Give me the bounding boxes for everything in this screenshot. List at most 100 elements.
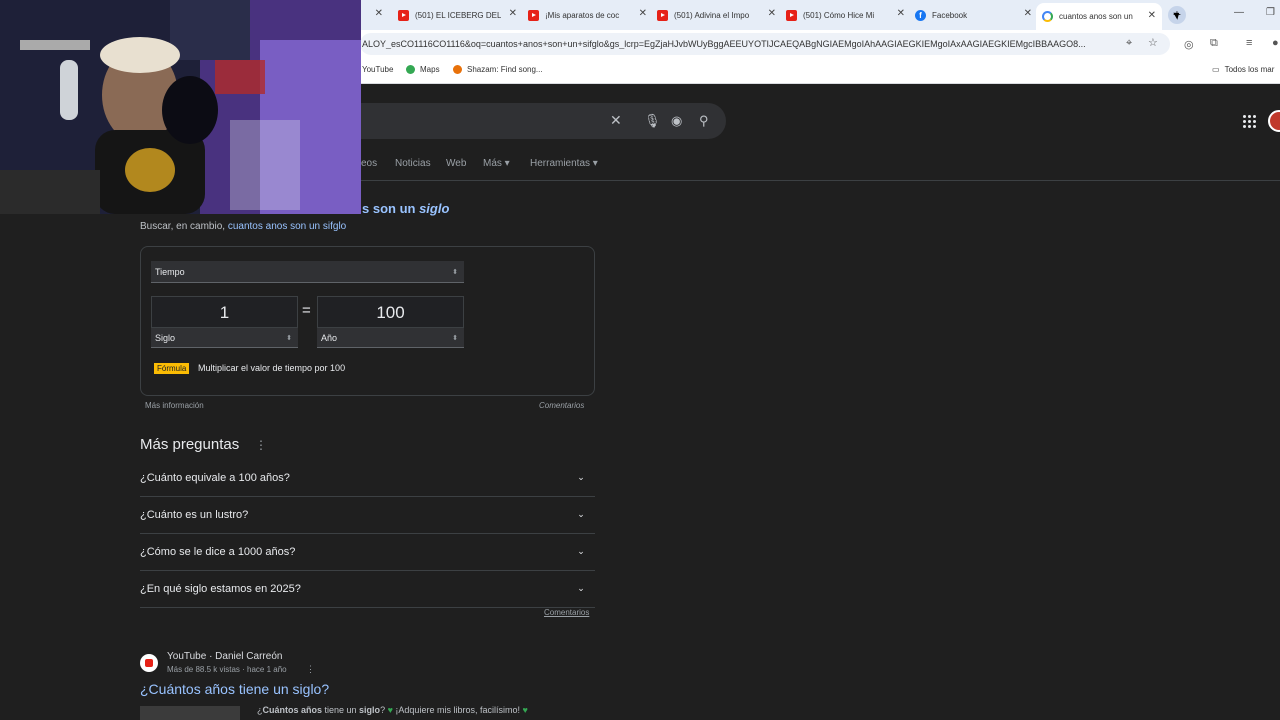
- google-icon: [1042, 11, 1053, 22]
- folder-icon: ▭: [1212, 65, 1220, 74]
- chevron-down-icon[interactable]: ⌄: [573, 469, 589, 485]
- tab-web[interactable]: Web: [446, 158, 466, 169]
- question-item[interactable]: ¿Cuánto es un lustro? ⌄: [140, 497, 595, 534]
- from-unit-value: Siglo: [155, 333, 176, 343]
- more-info-link[interactable]: Más información: [145, 401, 204, 410]
- tab-1[interactable]: (501) EL ICEBERG DEL ✕: [392, 4, 519, 26]
- tab-noticias[interactable]: Noticias: [395, 158, 431, 169]
- tab-videos[interactable]: eos: [361, 158, 377, 169]
- bookmark-youtube[interactable]: YouTube: [362, 65, 393, 74]
- facebook-icon: f: [915, 9, 926, 21]
- maximize-icon[interactable]: ❐: [1266, 7, 1275, 18]
- youtube-icon: [398, 9, 409, 21]
- tab-title: Facebook: [932, 10, 968, 20]
- updown-icon: ⬍: [452, 268, 458, 276]
- question-item[interactable]: ¿En qué siglo estamos en 2025? ⌄: [140, 571, 595, 608]
- all-bookmarks[interactable]: ▭ Todos los mar: [1212, 65, 1274, 74]
- showing-results-heading[interactable]: s son un siglo: [362, 201, 449, 216]
- close-icon[interactable]: ✕: [375, 8, 383, 19]
- tab-6-active[interactable]: cuantos anos son un ✕: [1036, 3, 1162, 30]
- tab-4[interactable]: (501) Cómo Hice Mi ✕: [780, 4, 907, 26]
- profile-icon[interactable]: ●: [1272, 37, 1279, 49]
- formula-text: Multiplicar el valor de tiempo por 100: [198, 363, 346, 373]
- tab-title: (501) EL ICEBERG DEL: [415, 10, 502, 20]
- youtube-icon: [528, 9, 539, 21]
- close-icon[interactable]: ✕: [1148, 10, 1156, 21]
- tab-0[interactable]: ✕: [365, 4, 385, 26]
- video-result: YouTube · Daniel Carreón Más de 88.5 k v…: [140, 650, 600, 720]
- category-value: Tiempo: [155, 267, 185, 277]
- tab-herramientas[interactable]: Herramientas ▾: [530, 158, 598, 169]
- chevron-down-icon[interactable]: ⌄: [573, 543, 589, 559]
- from-value-input[interactable]: 1: [151, 296, 298, 328]
- tab-mas[interactable]: Más ▾: [483, 158, 510, 169]
- tab-title: cuantos anos son un: [1059, 12, 1133, 21]
- tab-title: ¡Mis aparatos de coc: [545, 10, 620, 20]
- chevron-down-icon[interactable]: ⌄: [573, 506, 589, 522]
- close-icon[interactable]: ✕: [1024, 8, 1032, 19]
- feedback-link[interactable]: Comentarios: [539, 401, 584, 410]
- reading-list-icon[interactable]: ≡: [1246, 37, 1252, 49]
- tab-3[interactable]: (501) Adivina el Impo ✕: [651, 4, 778, 26]
- question-text: ¿Cuánto es un lustro?: [140, 509, 249, 521]
- from-unit-select[interactable]: Siglo ⬍: [151, 328, 298, 348]
- tab-title: (501) Cómo Hice Mi: [803, 10, 875, 20]
- feedback-link[interactable]: Comentarios: [544, 608, 589, 617]
- question-item[interactable]: ¿Cómo se le dice a 1000 años? ⌄: [140, 534, 595, 571]
- youtube-icon: [657, 9, 668, 21]
- webcam-overlay: [0, 0, 361, 214]
- maps-pin-icon: [406, 65, 415, 74]
- microphone-icon[interactable]: 🎙: [644, 113, 661, 129]
- more-options-icon[interactable]: ⋮: [306, 664, 315, 675]
- location-icon[interactable]: ⌖: [1126, 37, 1132, 50]
- search-input[interactable]: ✕ 🎙 ◉ ⚲: [300, 103, 726, 139]
- extensions-icon[interactable]: ⧉: [1210, 37, 1218, 50]
- result-meta: Más de 88.5 k vistas · hace 1 año: [167, 665, 287, 674]
- search-icon[interactable]: ⚲: [699, 113, 709, 129]
- address-bar[interactable]: ALOY_esCO1116CO1116&oq=cuantos+anos+son+…: [360, 33, 1170, 55]
- snippet-bold: Cuántos años: [262, 705, 323, 715]
- snippet-part: ¡Adquiere mis libros, facilísimo!: [392, 705, 523, 715]
- heart-icon: ♥: [522, 705, 528, 715]
- close-icon[interactable]: ✕: [509, 8, 517, 19]
- tab-2[interactable]: ¡Mis aparatos de coc ✕: [522, 4, 649, 26]
- tab-5[interactable]: f Facebook ✕: [909, 4, 1034, 26]
- result-title-link[interactable]: ¿Cuántos años tiene un siglo?: [140, 681, 329, 697]
- question-item[interactable]: ¿Cuánto equivale a 100 años? ⌄: [140, 460, 595, 497]
- youtube-icon: [786, 9, 797, 21]
- video-thumbnail[interactable]: [140, 706, 240, 720]
- close-icon[interactable]: ✕: [639, 8, 647, 19]
- youtube-icon: [140, 654, 158, 672]
- apps-grid-icon[interactable]: [1243, 115, 1256, 128]
- bookmark-shazam[interactable]: Shazam: Find song...: [453, 65, 543, 74]
- equals-sign: =: [302, 302, 311, 319]
- snippet-part: ?: [380, 705, 388, 715]
- search-instead: Buscar, en cambio, cuantos anos son un s…: [140, 221, 346, 232]
- lens-icon[interactable]: ◎: [1184, 38, 1194, 51]
- result-snippet: ¿Cuántos años tiene un siglo? ♥ ¡Adquier…: [257, 705, 528, 715]
- bookmark-maps[interactable]: Maps: [406, 65, 440, 74]
- result-source[interactable]: YouTube · Daniel Carreón: [167, 651, 282, 662]
- minimize-icon[interactable]: —: [1234, 7, 1244, 18]
- heading-text: s son un: [362, 201, 420, 216]
- bookmark-label: Todos los mar: [1224, 65, 1275, 74]
- search-instead-label: Buscar, en cambio,: [140, 221, 228, 232]
- tab-title: (501) Adivina el Impo: [674, 10, 750, 20]
- bookmark-label: Shazam: Find song...: [467, 65, 543, 74]
- url-text[interactable]: ALOY_esCO1116CO1116&oq=cuantos+anos+son+…: [362, 39, 1122, 49]
- clear-icon[interactable]: ✕: [610, 112, 622, 129]
- camera-search-icon[interactable]: ◉: [671, 113, 682, 129]
- avatar[interactable]: [1268, 110, 1280, 132]
- close-icon[interactable]: ✕: [897, 8, 905, 19]
- to-value-input[interactable]: 100: [317, 296, 464, 328]
- snippet-bold: siglo: [359, 705, 381, 715]
- webcam-image: [0, 0, 361, 214]
- chevron-down-icon[interactable]: ⌄: [573, 580, 589, 596]
- to-unit-select[interactable]: Año ⬍: [317, 328, 464, 348]
- close-icon[interactable]: ✕: [768, 8, 776, 19]
- search-instead-link[interactable]: cuantos anos son un sifglo: [228, 221, 346, 232]
- more-questions-title: Más preguntas: [140, 436, 240, 453]
- category-select[interactable]: Tiempo ⬍: [151, 261, 464, 283]
- star-icon[interactable]: ☆: [1148, 36, 1158, 49]
- more-options-icon[interactable]: ⋮: [255, 438, 267, 452]
